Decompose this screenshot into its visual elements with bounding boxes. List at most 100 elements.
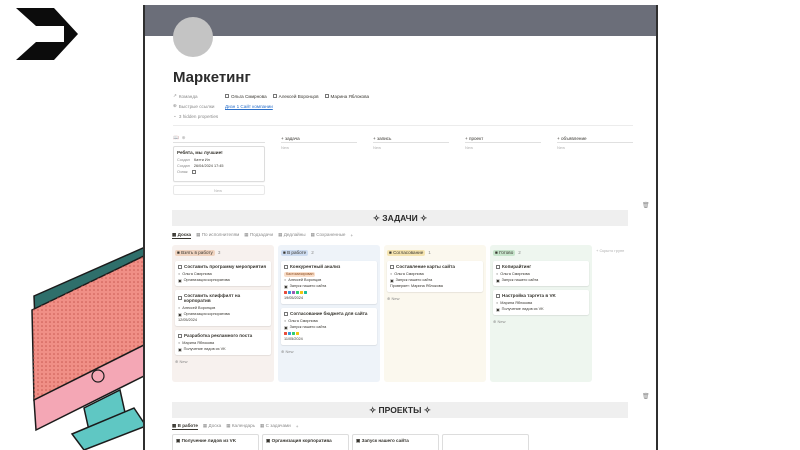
hidden-properties-toggle[interactable]: ⌄ 3 hidden properties bbox=[173, 111, 633, 121]
person-icon: ○ bbox=[178, 272, 181, 276]
page-title: Маркетинг bbox=[173, 69, 251, 86]
new-card-button[interactable]: New bbox=[173, 185, 265, 195]
tab-board[interactable]: ▦ Доска bbox=[203, 423, 221, 429]
team-member[interactable]: Алексей Воронцов bbox=[272, 94, 319, 99]
new-task-button[interactable]: ⊕ New bbox=[387, 296, 483, 301]
page-icon[interactable] bbox=[173, 17, 213, 57]
kanban-column: ■ Готово 2 Копирайтинг ○ Ольга Смирнова ▣… bbox=[490, 245, 592, 382]
page-icon bbox=[284, 311, 288, 316]
kanban-column: ■ Взять в работу 3 Составить программу м… bbox=[172, 245, 274, 382]
team-icon: ↗ bbox=[173, 93, 177, 98]
tab-in-progress[interactable]: ▦ В работе bbox=[172, 423, 198, 430]
project-card[interactable]: ▣ Организация корпоратива bbox=[262, 434, 349, 450]
person-icon: ○ bbox=[496, 272, 499, 276]
task-card[interactable]: Разработка рекламного поста ○ Марина Ябло… bbox=[175, 330, 271, 355]
team-member[interactable]: Ольга Смирнова bbox=[225, 94, 267, 99]
tasks-section-header: ✧ ЗАДАЧИ ✧ bbox=[172, 210, 628, 226]
project-icon: ▣ bbox=[178, 278, 182, 283]
person-icon bbox=[272, 94, 277, 98]
book-icon: 📖 bbox=[173, 135, 179, 140]
trash-icon[interactable]: 🗑 bbox=[642, 202, 650, 209]
mini-column: 📖 ⊕ Ребята, мы лучшие! Создал Катти Ил Соз… bbox=[173, 134, 265, 214]
add-view-button[interactable]: + bbox=[296, 424, 299, 429]
chevron-down-icon: ⌄ bbox=[173, 113, 177, 118]
divider bbox=[173, 125, 633, 126]
add-view-button[interactable]: + bbox=[350, 233, 353, 238]
tab-saved[interactable]: ▦ Сохраненные bbox=[311, 232, 346, 238]
mini-column: + задача New bbox=[281, 134, 357, 214]
tasks-view-tabs: ▦ Доска ▦ По исполнителям ▦ Подзадачи ▦ … bbox=[172, 231, 353, 239]
tag-badge: Кастомизирован bbox=[284, 271, 316, 277]
property-team[interactable]: ↗ Команда Ольга Смирнова Алексей Воронцов… bbox=[173, 91, 633, 101]
create-note-button[interactable]: + запись bbox=[373, 136, 391, 141]
tab-with-tasks[interactable]: ▦ С задачами bbox=[260, 423, 291, 429]
tab-deadlines[interactable]: ▦ Дедлайны bbox=[278, 232, 306, 238]
person-icon: ○ bbox=[496, 301, 499, 305]
page-icon bbox=[178, 333, 182, 338]
team-member[interactable]: Марина Яблокова bbox=[324, 94, 369, 99]
project-card[interactable] bbox=[442, 434, 529, 450]
page-content: Маркетинг ↗ Команда Ольга Смирнова Алексе… bbox=[173, 69, 633, 214]
new-button[interactable]: New bbox=[373, 145, 449, 151]
person-icon: ○ bbox=[390, 272, 393, 276]
tab-board[interactable]: ▦ Доска bbox=[172, 232, 192, 239]
projects-section-header: ✧ ПРОЕКТЫ ✧ bbox=[172, 402, 628, 418]
create-announcement-button[interactable]: + объявление bbox=[557, 136, 587, 141]
mini-column: + проект New bbox=[465, 134, 541, 214]
task-card[interactable]: Составление карты сайта ○ Ольга Смирнова … bbox=[387, 261, 483, 292]
project-icon: ▣ bbox=[496, 278, 500, 283]
brand-logo-icon bbox=[16, 8, 78, 60]
project-icon: ▣ bbox=[178, 347, 182, 352]
page-icon bbox=[496, 293, 500, 298]
project-icon: ▣ bbox=[284, 284, 288, 289]
link-icon: ⊕ bbox=[173, 103, 177, 108]
hidden-groups-button[interactable]: + Скрыто групп bbox=[596, 245, 646, 382]
mini-column: + запись New bbox=[373, 134, 449, 214]
task-card[interactable]: Копирайтинг ○ Ольга Смирнова ▣ Запуск наше… bbox=[493, 261, 589, 286]
person-icon bbox=[225, 94, 229, 98]
project-card[interactable]: ▣ Получение лидов из VK bbox=[172, 434, 259, 450]
add-icon[interactable]: ⊕ bbox=[182, 135, 186, 141]
status-badge[interactable]: ■ Согласование bbox=[387, 249, 426, 256]
projects-gallery: ▣ Получение лидов из VK ▣ Организация ко… bbox=[172, 434, 529, 450]
status-badge[interactable]: ■ Взять в работу bbox=[175, 249, 215, 256]
page-icon bbox=[496, 264, 500, 269]
announcement-card[interactable]: Ребята, мы лучшие! Создал Катти Ил Создан… bbox=[173, 146, 265, 182]
tab-calendar[interactable]: ▦ Календарь bbox=[226, 423, 255, 429]
new-task-button[interactable]: ⊕ New bbox=[175, 359, 271, 364]
tab-subtasks[interactable]: ▦ Подзадачи bbox=[244, 232, 273, 238]
page-icon bbox=[178, 296, 182, 300]
project-icon: ▣ bbox=[390, 278, 394, 283]
task-card[interactable]: Составить программу мероприятия ○ Ольга С… bbox=[175, 261, 271, 286]
project-icon: ▣ bbox=[496, 307, 500, 312]
task-card[interactable]: Настройка таргета в VK ○ Марина Яблокова … bbox=[493, 290, 589, 315]
page-icon bbox=[284, 264, 288, 269]
new-button[interactable]: New bbox=[281, 145, 357, 151]
task-card[interactable]: Согласование бюджета для сайта ○ Ольга См… bbox=[281, 308, 377, 345]
projects-view-tabs: ▦ В работе ▦ Доска ▦ Календарь ▦ С задач… bbox=[172, 422, 298, 430]
person-icon: ○ bbox=[178, 306, 181, 310]
property-quick-links[interactable]: ⊕ Быстрые ссылки Дизн 1 Сайт компании bbox=[173, 101, 633, 111]
task-card[interactable]: Конкурентный анализ Кастомизирован ○ Алек… bbox=[281, 261, 377, 304]
kanban-column: ■ Согласование 1 Составление карты сайта… bbox=[384, 245, 486, 382]
quick-link[interactable]: Дизн 1 Сайт компании bbox=[225, 104, 273, 109]
status-badge[interactable]: ■ Готово bbox=[493, 249, 516, 256]
new-task-button[interactable]: ⊕ New bbox=[493, 319, 589, 324]
create-task-button[interactable]: + задача bbox=[281, 136, 300, 141]
checkbox[interactable] bbox=[191, 170, 196, 174]
project-card[interactable]: ▣ Запуск нашего сайта bbox=[352, 434, 439, 450]
task-card[interactable]: Составить клиффилт на корпоратив ○ Алексе… bbox=[175, 290, 271, 326]
person-icon: ○ bbox=[284, 278, 287, 282]
page-icon bbox=[390, 264, 394, 269]
page-cover bbox=[145, 5, 656, 36]
create-project-button[interactable]: + проект bbox=[465, 136, 483, 141]
status-badge[interactable]: ■ В работе bbox=[281, 249, 309, 256]
new-button[interactable]: New bbox=[557, 145, 633, 151]
person-icon bbox=[324, 94, 329, 98]
mini-column: + объявление New bbox=[557, 134, 633, 214]
tab-by-assignee[interactable]: ▦ По исполнителям bbox=[196, 232, 239, 238]
new-task-button[interactable]: ⊕ New bbox=[281, 349, 377, 354]
trash-icon[interactable]: 🗑 bbox=[642, 393, 650, 400]
new-button[interactable]: New bbox=[465, 145, 541, 151]
notion-page-frame: Маркетинг ↗ Команда Ольга Смирнова Алексе… bbox=[143, 5, 658, 450]
